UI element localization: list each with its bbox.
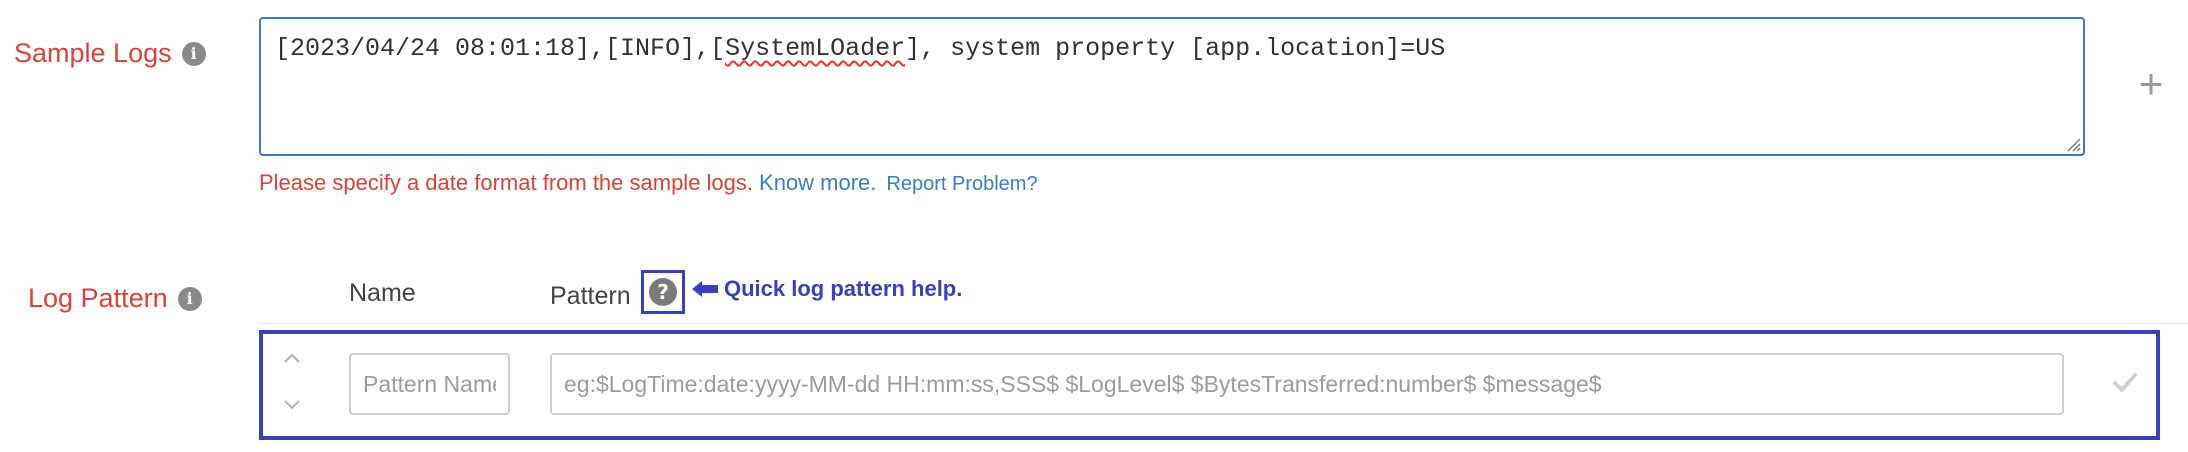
name-column-header: Name — [349, 279, 416, 307]
info-icon[interactable]: i — [181, 41, 206, 66]
info-icon[interactable]: i — [177, 286, 202, 311]
error-message: Please specify a date format from the sa… — [259, 170, 754, 195]
resize-handle-icon[interactable] — [2065, 136, 2081, 152]
report-problem-link[interactable]: Report Problem? — [886, 173, 1037, 195]
sample-logs-textarea[interactable]: [2023/04/24 08:01:18],[INFO],[SystemLOad… — [259, 17, 2085, 156]
help-callout: Quick log pattern help. — [692, 276, 962, 302]
help-callout-text: Quick log pattern help. — [724, 276, 963, 301]
sample-logs-value-misspelled: SystemLOader — [725, 34, 906, 63]
help-icon[interactable]: ? — [649, 278, 677, 306]
sample-logs-label: Sample Logs i — [14, 40, 206, 67]
move-up-icon[interactable] — [280, 348, 304, 368]
move-down-icon[interactable] — [280, 394, 304, 414]
pattern-input[interactable] — [550, 353, 2064, 415]
date-format-error: Please specify a date format from the sa… — [259, 170, 1038, 197]
sample-logs-label-text: Sample Logs — [14, 38, 172, 68]
plus-icon[interactable]: + — [2131, 63, 2171, 105]
log-pattern-label: Log Pattern i — [28, 285, 202, 312]
sample-logs-value-suffix: ], system property [app.location]=US — [905, 34, 1446, 63]
pattern-name-input[interactable] — [349, 353, 510, 415]
divider — [259, 323, 2188, 324]
help-icon-highlight: ? — [641, 270, 685, 314]
check-icon[interactable] — [2111, 368, 2139, 396]
pattern-column-header: Pattern — [550, 282, 631, 310]
arrow-left-icon — [692, 281, 718, 297]
log-pattern-label-text: Log Pattern — [28, 283, 168, 313]
know-more-link[interactable]: Know more. — [759, 170, 876, 195]
sample-logs-value-prefix: [2023/04/24 08:01:18],[INFO],[ — [275, 34, 726, 63]
